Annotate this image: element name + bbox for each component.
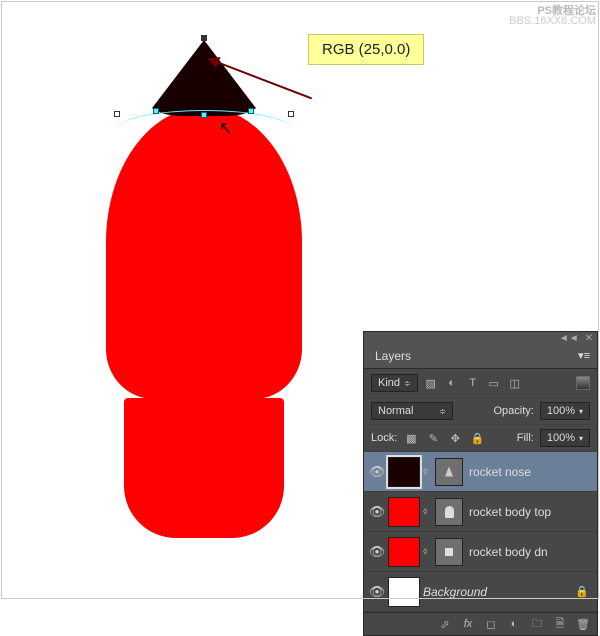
layer-name[interactable]: rocket body dn	[469, 545, 548, 559]
rocket-body-top-shape	[106, 107, 302, 399]
group-icon[interactable]: 🗀	[529, 617, 545, 631]
vector-mask-thumb[interactable]	[435, 498, 463, 526]
filter-shape-icon[interactable]: ▭	[486, 376, 502, 390]
lock-icon[interactable]: 🔒	[575, 585, 589, 598]
rocket-body-dn-shape	[124, 398, 284, 538]
panel-collapse-bar[interactable]: ◄◄✕	[364, 332, 597, 344]
lock-all-icon[interactable]: 🔒	[469, 431, 485, 445]
layer-row-rocket-nose[interactable]: 👁 ⬨ rocket nose	[364, 452, 597, 492]
filter-pixel-icon[interactable]: ▧	[423, 376, 439, 390]
link-layers-icon[interactable]: ⬀	[437, 617, 453, 631]
fill-label: Fill:	[517, 432, 534, 444]
bezier-handle[interactable]	[201, 112, 207, 118]
blend-mode-select[interactable]: Normal≑	[371, 402, 453, 420]
color-callout: RGB (25,0.0)	[308, 34, 424, 65]
filter-toggle[interactable]	[576, 376, 590, 390]
layer-mask-icon[interactable]: ◻	[483, 617, 499, 631]
rocket-nose-shape[interactable]	[146, 40, 262, 116]
adjustment-layer-icon[interactable]: ◐	[506, 617, 522, 631]
bezier-handle[interactable]	[153, 108, 159, 114]
filter-smart-icon[interactable]: ◫	[507, 376, 523, 390]
cursor-arrow-icon: ↖	[219, 118, 232, 139]
layers-panel[interactable]: ◄◄✕ Layers ▾≡ Kind≑ ▧ ◐ T ▭ ◫ Normal≑ Op…	[363, 331, 598, 636]
layer-filter-row: Kind≑ ▧ ◐ T ▭ ◫	[364, 369, 597, 398]
visibility-eye-icon[interactable]: 👁	[366, 584, 388, 600]
layer-thumb[interactable]	[388, 537, 420, 567]
vector-mask-thumb[interactable]	[435, 458, 463, 486]
anchor-point-right[interactable]	[288, 111, 294, 117]
layer-thumb[interactable]	[388, 497, 420, 527]
visibility-eye-icon[interactable]: 👁	[366, 464, 388, 480]
delete-layer-icon[interactable]: 🗑	[575, 617, 591, 631]
link-icon: ⬨	[423, 466, 433, 477]
lock-label: Lock:	[371, 432, 397, 444]
link-icon: ⬨	[423, 506, 433, 517]
link-icon: ⬨	[423, 546, 433, 557]
layer-style-icon[interactable]: fx	[460, 617, 476, 631]
layer-row-rocket-body-dn[interactable]: 👁 ⬨ rocket body dn	[364, 532, 597, 572]
layer-name[interactable]: rocket body top	[469, 505, 551, 519]
visibility-eye-icon[interactable]: 👁	[366, 544, 388, 560]
lock-transparency-icon[interactable]: ▩	[403, 431, 419, 445]
layer-name[interactable]: rocket nose	[469, 465, 531, 479]
filter-adjust-icon[interactable]: ◐	[444, 376, 460, 390]
anchor-point-left[interactable]	[114, 111, 120, 117]
watermark-url: BBS.16XX8.COM	[509, 15, 596, 27]
lock-position-icon[interactable]: ✥	[447, 431, 463, 445]
layers-list: 👁 ⬨ rocket nose 👁 ⬨ rocket body top 👁 ⬨ …	[364, 452, 597, 612]
layer-thumb[interactable]	[388, 457, 420, 487]
new-layer-icon[interactable]: 🗎	[552, 617, 568, 631]
filter-type-icon[interactable]: T	[465, 376, 481, 390]
bezier-handle[interactable]	[248, 108, 254, 114]
panel-menu-icon[interactable]: ▾≡	[571, 344, 597, 368]
anchor-point-top[interactable]	[201, 35, 207, 41]
layer-row-background[interactable]: 👁 Background 🔒	[364, 572, 597, 612]
opacity-input[interactable]: 100%▾	[540, 402, 590, 420]
filter-kind-select[interactable]: Kind≑	[371, 374, 418, 392]
tab-layers[interactable]: Layers	[364, 344, 422, 368]
layer-name[interactable]: Background	[423, 585, 487, 599]
layer-row-rocket-body-top[interactable]: 👁 ⬨ rocket body top	[364, 492, 597, 532]
fill-input[interactable]: 100%▾	[540, 429, 590, 447]
panel-footer: ⬀ fx ◻ ◐ 🗀 🗎 🗑	[364, 612, 597, 635]
lock-pixels-icon[interactable]: ✎	[425, 431, 441, 445]
opacity-label: Opacity:	[493, 405, 533, 417]
vector-mask-thumb[interactable]	[435, 538, 463, 566]
visibility-eye-icon[interactable]: 👁	[366, 504, 388, 520]
layer-thumb[interactable]	[388, 577, 420, 607]
